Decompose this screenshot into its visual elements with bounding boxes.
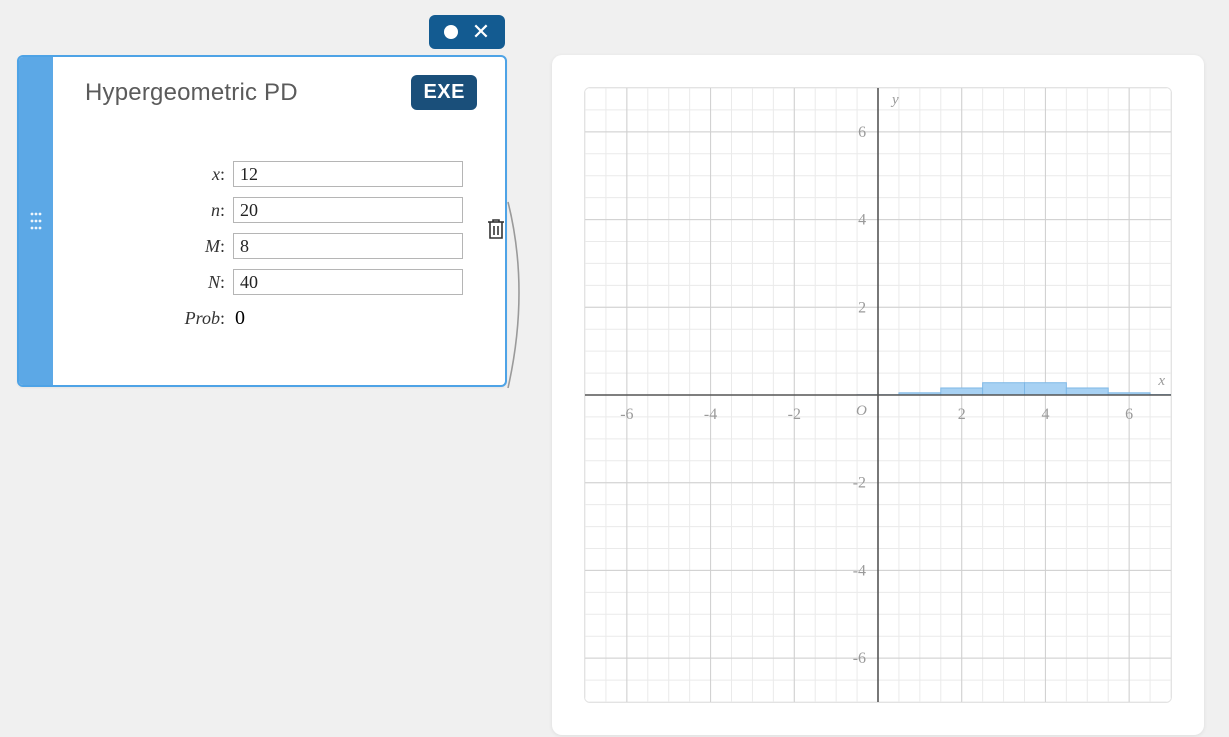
svg-text:-6: -6 [853,650,866,667]
svg-text:-4: -4 [853,562,866,579]
svg-text:-6: -6 [620,406,633,423]
y-axis-label: y [892,92,899,109]
svg-text:2: 2 [958,406,966,423]
panel-title: Hypergeometric PD [85,79,298,107]
field-M: M: [85,228,477,264]
field-N: N: [85,264,477,300]
svg-text:-2: -2 [853,475,866,492]
origin-label: O [856,403,867,420]
svg-text:4: 4 [1041,406,1049,423]
field-n: n: [85,192,477,228]
input-N[interactable] [233,269,463,295]
label-prob: Prob: [85,308,225,329]
svg-text:4: 4 [858,212,866,229]
execute-button[interactable]: EXE [411,75,477,110]
input-M[interactable] [233,233,463,259]
input-x[interactable] [233,161,463,187]
drag-handle[interactable] [19,57,53,385]
parameter-panel: Hypergeometric PD EXE x: n: M: N: Prob: [17,55,507,387]
svg-text:-2: -2 [788,406,801,423]
svg-text:2: 2 [858,299,866,316]
label-x: x: [85,164,225,185]
panel-tab: ✕ [429,15,505,49]
field-prob: Prob: 0 [85,300,477,336]
label-N: N: [85,272,225,293]
grip-icon [30,212,42,230]
svg-text:6: 6 [1125,406,1133,423]
close-icon[interactable]: ✕ [472,21,490,43]
input-n[interactable] [233,197,463,223]
output-prob: 0 [233,307,245,330]
svg-text:6: 6 [858,124,866,141]
bars [857,383,1171,395]
label-n: n: [85,200,225,221]
chart-plot[interactable]: -6 -4 -2 2 4 6 -6 -4 -2 2 4 6 y x O [584,87,1172,703]
record-icon [444,25,458,39]
chart-card: -6 -4 -2 2 4 6 -6 -4 -2 2 4 6 y x O [552,55,1204,735]
field-x: x: [85,156,477,192]
delete-button[interactable] [485,217,507,246]
trash-icon [485,217,507,241]
x-axis-label: x [1158,373,1165,390]
label-M: M: [85,236,225,257]
svg-text:-4: -4 [704,406,717,423]
connector-line [506,200,554,400]
